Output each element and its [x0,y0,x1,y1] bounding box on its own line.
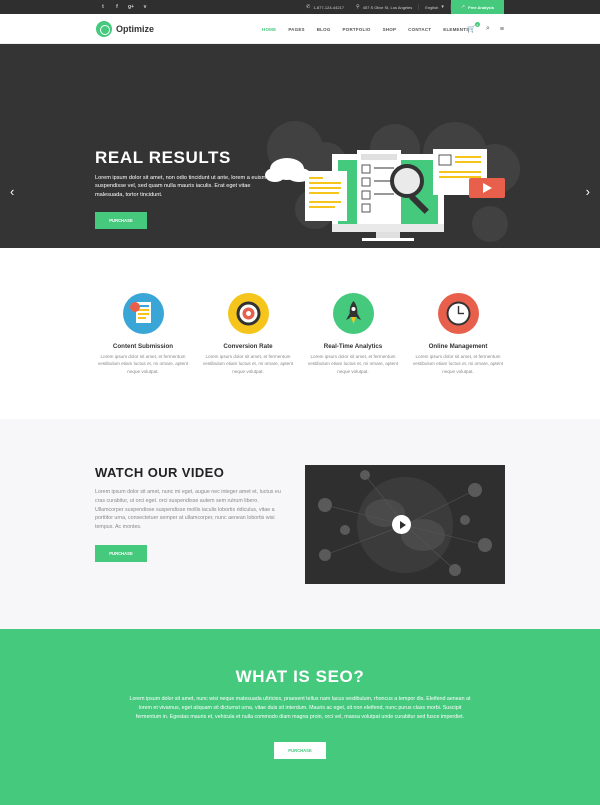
chevron-down-icon: ▾ [441,4,444,10]
slider-prev-arrow-icon[interactable]: ‹ [10,184,14,199]
nav-item-blog[interactable]: BLOG [311,27,337,32]
facebook-icon[interactable]: f [110,0,124,14]
feature-text: Lorem ipsum dolor sit amet, et fermentum… [97,354,189,374]
nav-tools: 🛒 0 ⌕ ≡ [467,14,504,44]
seo-purchase-button[interactable]: PURCHASE [274,742,326,759]
vimeo-icon[interactable]: v [138,0,152,14]
phone-icon: ✆ [306,4,311,10]
feature-text: Lorem ipsum dolor sit amet, et fermentum… [307,354,399,374]
video-play-icon [469,178,505,198]
contact-info: ✆ 1-877-124-44217 ⚲ 457 S Olive St, Los … [300,0,504,14]
feature-title: Content Submission [112,343,174,350]
logo[interactable]: Optimize [96,21,154,37]
nav-item-pages[interactable]: PAGES [282,27,310,32]
social-links: t f g+ v [96,0,152,14]
nav-item-home[interactable]: HOME [256,27,282,32]
feature-text: Lorem ipsum dolor sit amet, et fermentum… [202,354,294,374]
brand-name: Optimize [116,24,155,34]
document-icon [122,293,164,334]
feature-real-time-analytics: Real-Time Analytics Lorem ipsum dolor si… [303,293,403,375]
video-title: WATCH OUR VIDEO [95,465,225,480]
feature-online-management: Online Management Lorem ipsum dolor sit … [408,293,508,375]
chart-trend-icon: ↗ [460,4,466,10]
seo-section: WHAT IS SEO? Lorem ipsum dolor sit amet,… [0,629,600,805]
cart-count-badge: 0 [474,22,480,27]
nav-item-shop[interactable]: SHOP [377,27,403,32]
rocket-icon [332,293,374,334]
free-analysis-button[interactable]: ↗ Free Analysis [450,0,504,14]
feature-title: Real-Time Analytics [323,343,383,350]
feature-content-submission: Content Submission Lorem ipsum dolor sit… [93,293,193,375]
video-section: WATCH OUR VIDEO Lorem ipsum dolor sit am… [0,419,600,629]
target-icon [227,293,269,334]
feature-text: Lorem ipsum dolor sit amet, et fermentum… [412,354,504,374]
slider-next-arrow-icon[interactable]: › [586,184,590,199]
cart-icon: 🛒 [467,26,476,33]
hero-purchase-button[interactable]: PURCHASE [95,212,147,229]
address-item: ⚲ 457 S Olive St, Los Angeles [350,4,418,10]
nav-item-contact[interactable]: CONTACT [402,27,437,32]
search-icon[interactable]: ⌕ [486,25,490,33]
hero-title: REAL RESULTS [95,148,231,167]
free-analysis-label: Free Analysis [468,4,494,10]
seo-title: WHAT IS SEO? [235,667,365,686]
address-text: 457 S Olive St, Los Angeles [362,4,413,10]
play-icon[interactable] [392,515,411,534]
cloud-icon [265,158,311,182]
seo-monitor-illustration [265,149,505,241]
clock-icon [437,293,479,334]
feature-title: Online Management [428,343,488,350]
video-purchase-button[interactable]: PURCHASE [95,545,147,562]
google-plus-icon[interactable]: g+ [124,0,138,14]
language-label: English [425,4,439,10]
hero-text: Lorem ipsum dolor sit amet, non odio tin… [95,175,273,198]
main-navbar: Optimize HOME PAGES BLOG PORTFOLIO SHOP … [0,14,600,44]
hero-slider: ‹ › REAL RESULTS Lorem ipsum dolor sit a… [0,44,600,248]
features-section: Content Submission Lorem ipsum dolor sit… [0,248,600,419]
nav-menu: HOME PAGES BLOG PORTFOLIO SHOP CONTACT E… [256,14,475,44]
location-pin-icon: ⚲ [356,4,360,10]
phone-number: 1-877-124-44217 [313,4,345,10]
top-bar: t f g+ v ✆ 1-877-124-44217 ⚲ 457 S Olive… [0,0,600,14]
feature-conversion-rate: Conversion Rate Lorem ipsum dolor sit am… [198,293,298,375]
video-text: Lorem ipsum dolor sit amet, nunc mi eget… [95,489,281,531]
cart-button[interactable]: 🛒 0 [467,22,480,33]
phone-item: ✆ 1-877-124-44217 [300,4,350,10]
seo-text: Lorem ipsum dolor sit amet, nunc wisi ne… [129,696,471,721]
feature-title: Conversion Rate [223,343,273,350]
twitter-icon[interactable]: t [96,0,110,14]
logo-mark-icon [96,21,112,37]
menu-icon[interactable]: ≡ [500,26,504,33]
nav-item-portfolio[interactable]: PORTFOLIO [337,27,377,32]
language-selector[interactable]: English ▾ [418,4,451,10]
